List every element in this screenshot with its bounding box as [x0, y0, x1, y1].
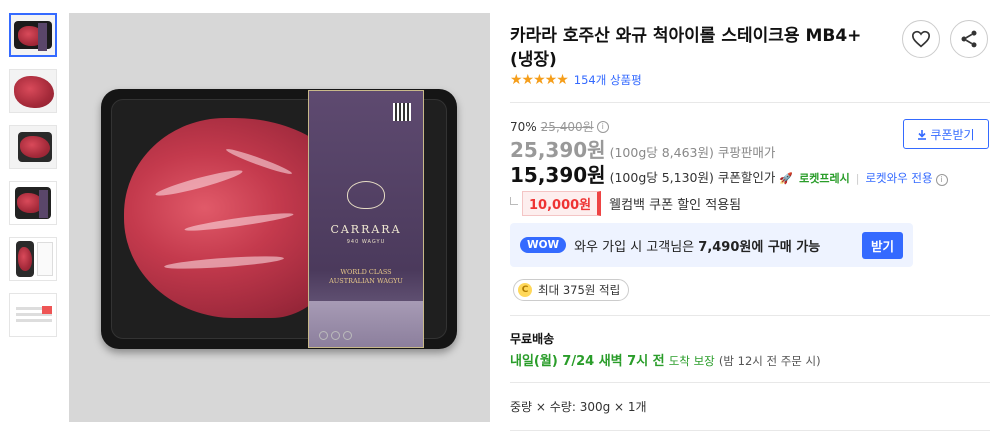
coupon-amount-tag: 10,000원 — [522, 191, 602, 216]
thumbnail-1[interactable] — [9, 13, 57, 57]
coin-icon: C — [518, 283, 532, 297]
wow-promo-box: WOW 와우 가입 시 고객님은 7,490원에 구매 가능 받기 — [510, 223, 913, 267]
wow-promo-prefix: 와우 가입 시 고객님은 — [574, 239, 695, 255]
thumbnail-2[interactable] — [9, 69, 57, 113]
wow-badge: WOW — [520, 237, 567, 253]
corner-indent-icon — [510, 196, 518, 205]
thumbnail-4[interactable] — [9, 181, 57, 225]
info-icon[interactable]: i — [935, 174, 948, 186]
package-brand: CARRARA — [330, 223, 402, 236]
shipping-guarantee: 도착 보장 — [668, 354, 715, 368]
package-tagline: WORLD CLASS AUSTRALIAN WAGYU — [309, 268, 423, 286]
thumbnail-list — [9, 13, 61, 349]
divider — [510, 102, 990, 103]
rating-stars-icon: ★★★★★ — [510, 72, 569, 88]
divider — [510, 315, 990, 316]
shipping-date-row: 내일(월) 7/24 새벽 7시 전 도착 보장 (밤 12시 전 주문 시) — [510, 350, 821, 369]
heart-icon — [911, 30, 931, 48]
coupon-price: 15,390원 — [510, 163, 606, 187]
coupon-applied-text: 웰컴백 쿠폰 할인 적용됨 — [609, 198, 742, 213]
thumbnail-5[interactable] — [9, 237, 57, 281]
share-icon — [961, 30, 977, 48]
divider — [510, 430, 990, 431]
bull-logo-icon — [347, 181, 385, 209]
original-price: 25,400원 — [540, 120, 594, 134]
shipping-label: 무료배송 — [510, 332, 555, 346]
rocket-fresh-badge: 로켓프레시 — [799, 172, 850, 185]
coupon-price-tag: 쿠폰할인가 — [717, 170, 776, 185]
rating-row: ★★★★★ 154개 상품평 — [510, 72, 642, 88]
download-icon — [918, 129, 927, 140]
shipping-note: (밤 12시 전 주문 시) — [718, 354, 821, 368]
wishlist-button[interactable] — [902, 20, 940, 58]
review-count-link[interactable]: 154개 상품평 — [574, 72, 642, 88]
coupon-unit-price: (100g당 5,130원) — [609, 170, 714, 185]
rocket-wow-only: 로켓와우 전용 — [865, 171, 933, 185]
coupon-download-label: 쿠폰받기 — [930, 127, 975, 142]
discount-rate: 70% — [510, 119, 537, 134]
cash-reward-chip: C 최대 375원 적립 — [513, 279, 630, 301]
coupon-download-button[interactable]: 쿠폰받기 — [903, 119, 989, 149]
package-tagline-line2: AUSTRALIAN WAGYU — [329, 277, 403, 285]
package-label: CARRARA 940 WAGYU WORLD CLASS AUSTRALIAN… — [308, 90, 424, 348]
tray-logos — [319, 331, 364, 341]
wow-promo-text: 와우 가입 시 고객님은 7,490원에 구매 가능 — [574, 236, 820, 255]
coupon-price-row: 15,390원 (100g당 5,130원) 쿠폰할인가 🚀 로켓프레시 | 로… — [510, 159, 948, 188]
info-icon[interactable]: i — [596, 120, 609, 133]
main-product-image[interactable]: CARRARA 940 WAGYU WORLD CLASS AUSTRALIAN… — [69, 13, 490, 422]
thumbnail-6[interactable] — [9, 293, 57, 337]
divider — [510, 382, 990, 383]
product-title: 카라라 호주산 와규 척아이롤 스테이크용 MB4+ (냉장) — [510, 26, 862, 70]
cash-reward-text: 최대 375원 적립 — [538, 283, 621, 297]
thumbnail-3[interactable] — [9, 125, 57, 169]
wow-promo-price: 7,490원에 구매 가능 — [698, 239, 821, 255]
welcome-coupon-row: 10,000원 웰컴백 쿠폰 할인 적용됨 — [510, 191, 741, 216]
shipping-date: 내일(월) 7/24 새벽 7시 전 — [510, 354, 665, 369]
wow-get-button[interactable]: 받기 — [861, 231, 903, 259]
separator: | — [855, 172, 860, 185]
discount-row: 70% 25,400원 i — [510, 118, 609, 135]
qr-code-icon — [393, 103, 411, 121]
option-text: 중량 × 수량: 300g × 1개 — [510, 400, 647, 414]
package-brand-sub: 940 WAGYU — [346, 239, 386, 245]
rocket-icon: 🚀 — [779, 172, 794, 185]
share-button[interactable] — [950, 20, 988, 58]
package-tagline-line1: WORLD CLASS — [340, 268, 392, 276]
